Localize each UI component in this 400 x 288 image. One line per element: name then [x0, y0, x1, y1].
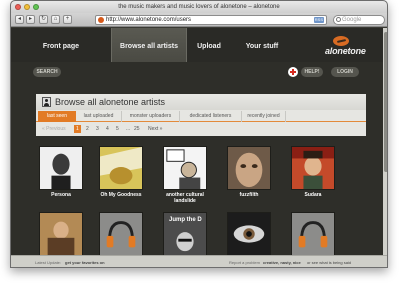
artist-avatar[interactable]: [291, 212, 335, 256]
artist-card[interactable]: [95, 212, 147, 256]
artist-grid: Persona Oh My Goodness another cultural …: [11, 146, 387, 256]
artist-photo-9: [228, 213, 270, 255]
pager-ellipsis: ...: [126, 126, 131, 132]
artist-name[interactable]: fuzzfilth: [223, 192, 275, 198]
artist-photo-oh-my-goodness: [100, 147, 142, 189]
sub-bar: SEARCH HELP! LOGIN: [11, 65, 387, 79]
nav-upload[interactable]: Upload: [191, 28, 227, 62]
browse-panel: Browse all alonetone artists last seen l…: [36, 94, 366, 136]
report-problem-bold[interactable]: creative, nasty, nice: [263, 256, 301, 267]
browser-toolbar: ◂ ▸ ↻ ⌂ + http://www.alonetone.com/users…: [11, 13, 387, 27]
logo-text: alonetone: [325, 46, 366, 56]
pager-page-3[interactable]: 3: [96, 123, 99, 135]
minimize-window-button[interactable]: [24, 4, 30, 10]
browser-search-placeholder: Google: [342, 17, 362, 23]
main-nav: Front page Browse all artists Upload You…: [11, 28, 387, 62]
reload-button[interactable]: ↻: [39, 15, 48, 24]
artist-card[interactable]: [287, 212, 339, 256]
artist-photo-6: [40, 213, 82, 255]
artist-avatar[interactable]: [99, 212, 143, 256]
tab-last-seen[interactable]: last seen: [38, 111, 76, 122]
search-icon: [336, 17, 341, 22]
help-button[interactable]: HELP!: [301, 67, 323, 77]
window-controls: [15, 4, 39, 10]
window-title: the music makers and music lovers of alo…: [118, 4, 280, 10]
artist-card[interactable]: Persona: [35, 146, 87, 198]
artist-avatar[interactable]: Jump the D: [163, 212, 207, 256]
login-button[interactable]: LOGIN: [331, 67, 359, 77]
alonetone-logo[interactable]: alonetone: [321, 36, 385, 56]
headphones-icon: [292, 213, 334, 255]
nav-your-stuff[interactable]: Your stuff: [237, 28, 287, 62]
browser-window: the music makers and music lovers of alo…: [10, 0, 388, 268]
artist-name[interactable]: Oh My Goodness: [95, 192, 147, 198]
pagination: « Previous 1 2 3 4 5 ... 25 Next »: [36, 123, 366, 135]
artist-avatar[interactable]: [39, 146, 83, 190]
artist-card[interactable]: [223, 212, 275, 256]
forward-button[interactable]: ▸: [26, 15, 35, 24]
artist-avatar[interactable]: [99, 146, 143, 190]
artist-card[interactable]: [35, 212, 87, 256]
artist-photo-fuzzfilth: [228, 147, 270, 189]
vertical-scrollbar[interactable]: [383, 28, 387, 255]
artist-card[interactable]: Sudara: [287, 146, 339, 198]
tab-dedicated-listeners[interactable]: dedicated listeners: [180, 111, 242, 122]
address-bar[interactable]: http://www.alonetone.com/users RSS: [95, 15, 327, 25]
pager-page-1[interactable]: 1: [74, 125, 81, 133]
pager-page-4[interactable]: 4: [106, 123, 109, 135]
help-icon[interactable]: [288, 67, 298, 77]
user-icon: [42, 97, 51, 107]
artist-photo-another-cultural-landslide: [164, 147, 206, 189]
favicon-icon: [98, 17, 104, 23]
artist-avatar[interactable]: [227, 146, 271, 190]
artist-avatar[interactable]: [39, 212, 83, 256]
pager-page-5[interactable]: 5: [116, 123, 119, 135]
report-problem-text[interactable]: Report a problem: [229, 256, 260, 267]
pager-page-2[interactable]: 2: [86, 123, 89, 135]
artist-name[interactable]: Sudara: [287, 192, 339, 198]
headphones-icon: [100, 213, 142, 255]
artist-photo-persona: [40, 147, 82, 189]
rss-icon[interactable]: RSS: [313, 17, 324, 23]
artist-avatar[interactable]: [227, 212, 271, 256]
artist-card[interactable]: another cultural landslide: [159, 146, 211, 204]
browser-search-field[interactable]: Google: [333, 15, 385, 25]
artist-photo-sudara: [292, 147, 334, 189]
logo-icon: [333, 36, 349, 46]
pager-previous[interactable]: « Previous: [42, 123, 66, 135]
back-button[interactable]: ◂: [15, 15, 24, 24]
tab-monster-uploaders[interactable]: monster uploaders: [122, 111, 180, 122]
artist-card[interactable]: fuzzfilth: [223, 146, 275, 198]
artist-card[interactable]: Oh My Goodness: [95, 146, 147, 198]
scrollbar-thumb[interactable]: [384, 32, 387, 172]
artist-thumb-caption: Jump the D: [169, 217, 202, 223]
tab-recently-joined[interactable]: recently joined: [242, 111, 286, 122]
nav-front-page[interactable]: Front page: [31, 28, 91, 62]
page-content: Front page Browse all artists Upload You…: [11, 28, 387, 267]
pager-next[interactable]: Next »: [148, 123, 162, 135]
home-button[interactable]: ⌂: [51, 15, 60, 24]
artist-avatar[interactable]: [163, 146, 207, 190]
latest-update-text[interactable]: get your favorites on: [65, 256, 105, 267]
search-button[interactable]: SEARCH: [33, 67, 61, 77]
report-problem-tail[interactable]: or see what is being said: [307, 256, 351, 267]
tab-last-uploaded[interactable]: last uploaded: [76, 111, 122, 122]
artist-card[interactable]: Jump the D: [159, 212, 211, 256]
close-window-button[interactable]: [15, 4, 21, 10]
latest-update-label: Latest Update:: [35, 260, 62, 265]
nav-browse-all-artists[interactable]: Browse all artists: [111, 28, 187, 62]
bookmark-button[interactable]: +: [63, 15, 72, 24]
address-url: http://www.alonetone.com/users: [106, 17, 192, 23]
panel-header: Browse all alonetone artists: [36, 94, 366, 110]
zoom-window-button[interactable]: [33, 4, 39, 10]
artist-name[interactable]: another cultural landslide: [159, 192, 211, 204]
pager-page-25[interactable]: 25: [134, 123, 140, 135]
sort-tabs: last seen last uploaded monster uploader…: [36, 110, 366, 122]
panel-title: Browse all alonetone artists: [55, 97, 166, 107]
title-bar: the music makers and music lovers of alo…: [11, 1, 387, 13]
artist-name[interactable]: Persona: [35, 192, 87, 198]
artist-avatar[interactable]: [291, 146, 335, 190]
status-bar: Latest Update: get your favorites on Rep…: [11, 255, 387, 267]
